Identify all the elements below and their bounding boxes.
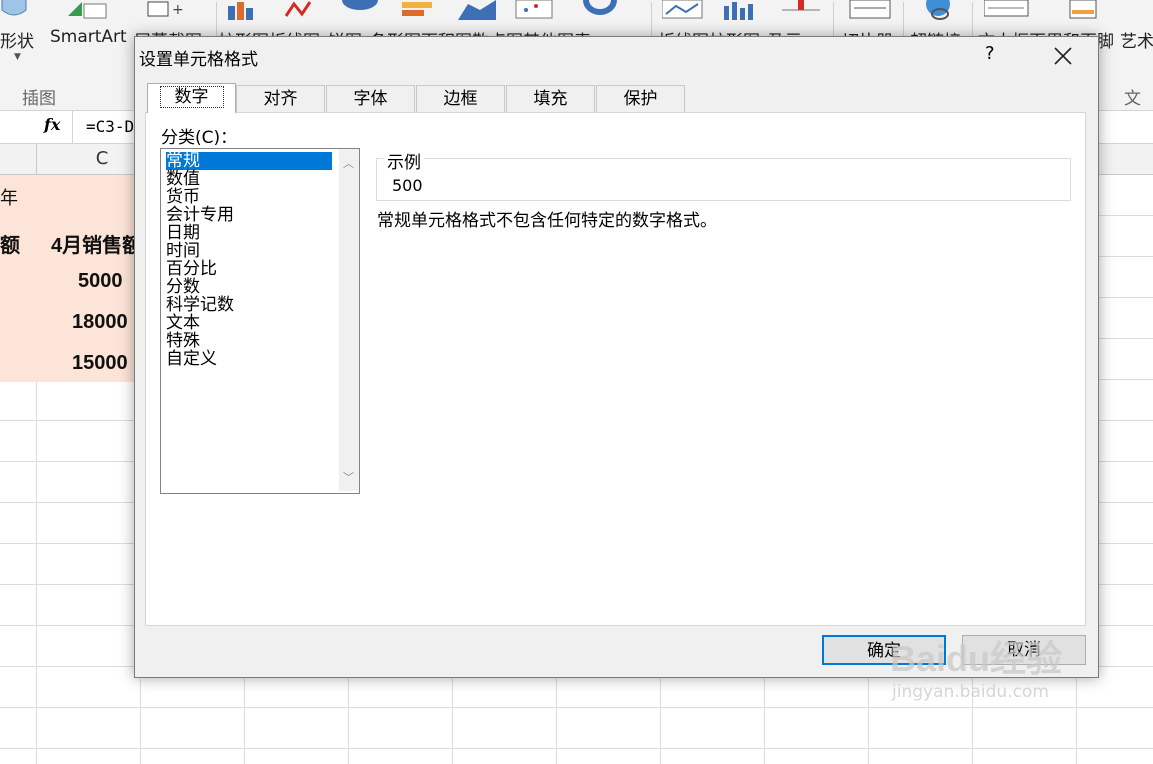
category-scientific[interactable]: 科学记数 [166,296,234,314]
shapes-icon[interactable] [0,0,30,20]
hyperlink-icon[interactable] [914,0,964,20]
category-fraction[interactable]: 分数 [166,278,200,296]
category-general[interactable]: 常规 [166,152,332,170]
other-charts-icon[interactable] [580,0,622,20]
listbox-scrollbar[interactable]: ︿ ﹀ [339,149,359,491]
dialog-title: 设置单元格格式 [139,50,258,70]
cell-title-partial[interactable]: 年 [0,184,18,210]
category-date[interactable]: 日期 [166,224,200,242]
sparkline-column-icon[interactable] [720,0,762,20]
format-cells-dialog: 设置单元格格式 ? 数字 对齐 字体 边框 填充 保护 分类(C)： 常规 数值… [134,36,1099,678]
tab-number-label: 数字 [159,86,224,108]
area-chart-icon[interactable] [456,0,498,20]
watermark-url: jingyan.baidu.com [892,682,1049,702]
shapes-button[interactable]: 形状 [0,27,34,52]
sparkline-line-icon[interactable] [662,0,704,20]
cell-header-c[interactable]: 4月销售额 [51,229,142,258]
sparkline-winloss-icon[interactable] [780,0,822,20]
bar-chart-icon[interactable] [398,0,440,20]
column-chart-icon[interactable] [224,0,266,20]
smartart-icon[interactable] [62,0,112,20]
watermark-brand: Baidu经验 [890,638,1063,679]
tab-protection[interactable]: 保护 [596,85,685,112]
baidu-watermark: Baidu经验 jingyan.baidu.com [890,630,1062,702]
illustrations-group-label: 插图 [22,89,56,109]
category-text[interactable]: 文本 [166,314,200,332]
category-time[interactable]: 时间 [166,242,200,260]
wordart-button[interactable]: 艺术 [1120,32,1153,52]
scroll-up-icon[interactable]: ︿ [343,155,354,171]
sample-value: 500 [392,176,423,195]
category-currency[interactable]: 货币 [166,188,200,206]
category-special[interactable]: 特殊 [166,332,200,350]
header-footer-icon[interactable] [1068,0,1098,20]
screenshot-icon[interactable]: + [146,0,196,20]
chevron-down-icon[interactable]: ▼ [14,52,21,62]
scroll-down-icon[interactable]: ﹀ [343,469,354,485]
category-listbox[interactable]: 常规 数值 货币 会计专用 日期 时间 百分比 分数 科学记数 文本 特殊 自定… [160,148,360,494]
tab-number[interactable]: 数字 [147,83,236,113]
category-percentage[interactable]: 百分比 [166,260,217,278]
formula-divider [72,111,73,143]
pie-chart-icon[interactable] [340,0,382,20]
category-accounting[interactable]: 会计专用 [166,206,234,224]
cell-c3[interactable]: 5000 [78,270,123,293]
smartart-button[interactable]: SmartArt [50,27,127,47]
slicer-icon[interactable] [848,0,892,20]
category-custom[interactable]: 自定义 [166,350,217,368]
close-icon[interactable] [1051,40,1075,68]
line-chart-icon[interactable] [282,0,324,20]
cell-c5[interactable]: 15000 [72,352,128,375]
tab-fill[interactable]: 填充 [506,85,595,112]
help-button[interactable]: ? [985,43,995,64]
category-label: 分类(C)： [161,128,238,148]
scatter-chart-icon[interactable] [514,0,556,20]
insert-function-icon[interactable]: fx [44,115,60,134]
cell-c4[interactable]: 18000 [72,311,128,334]
tab-font[interactable]: 字体 [326,85,415,112]
format-description: 常规单元格格式不包含任何特定的数字格式。 [377,211,717,231]
tab-border[interactable]: 边框 [416,85,505,112]
category-number[interactable]: 数值 [166,170,200,188]
textbox-icon[interactable] [984,0,1030,20]
svg-text:+: + [172,2,184,18]
sample-label: 示例 [384,148,424,173]
tab-alignment[interactable]: 对齐 [236,85,325,112]
sample-box [376,158,1071,201]
cell-header-b[interactable]: 额 [0,229,20,258]
